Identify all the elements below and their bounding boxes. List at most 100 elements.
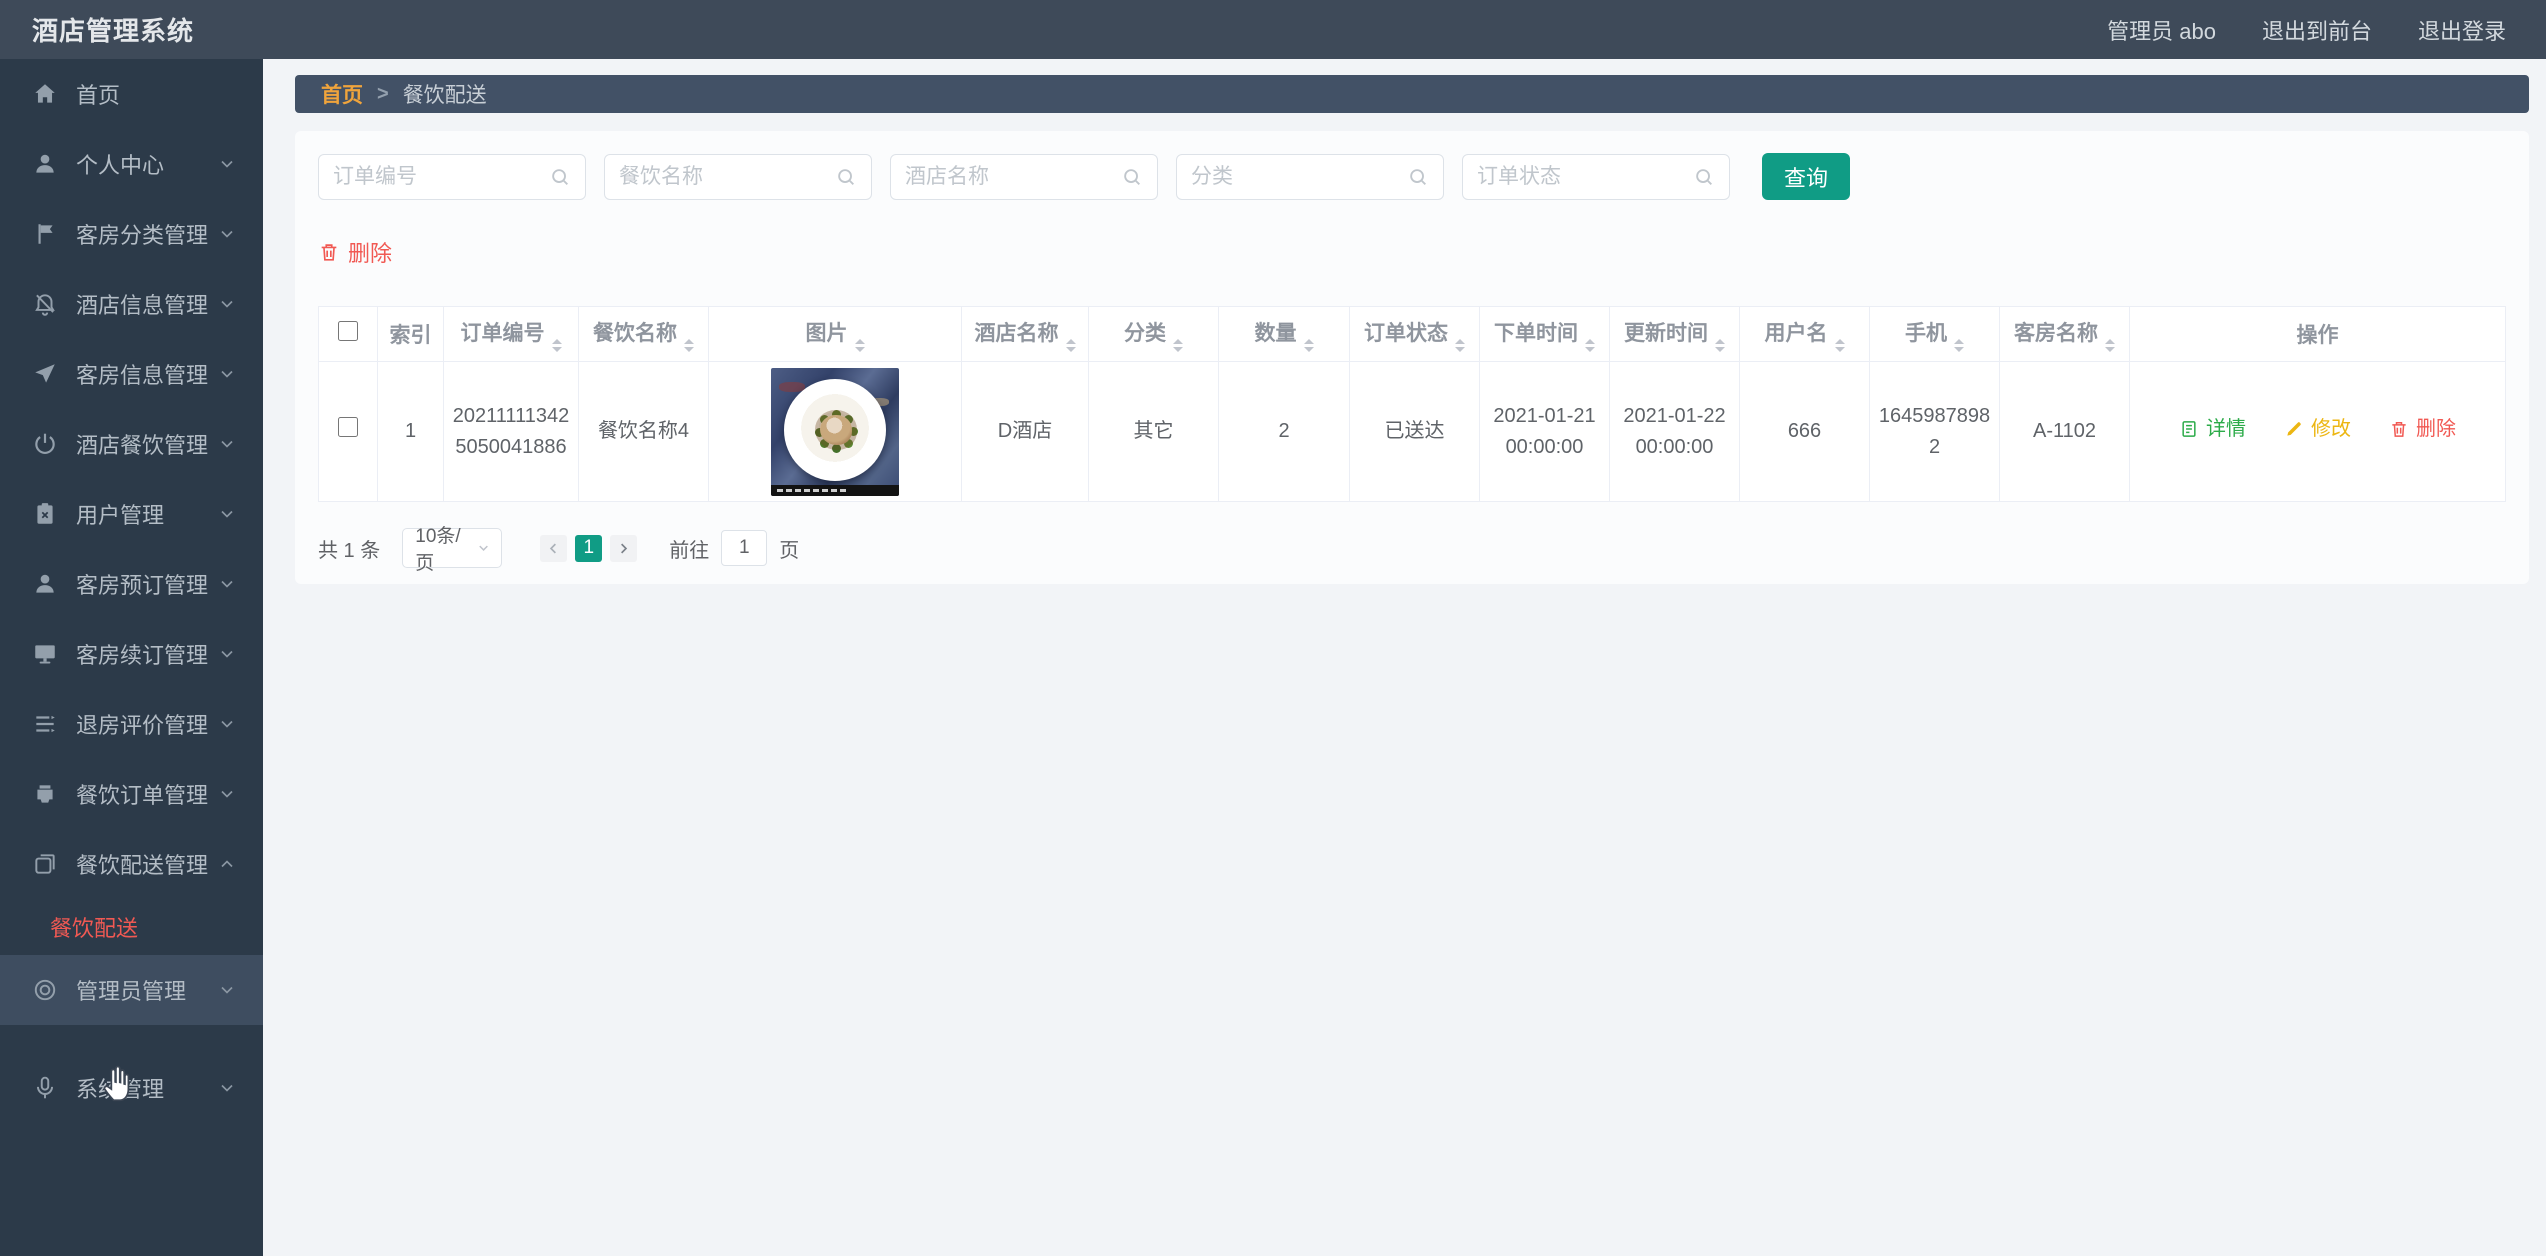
sort-icon[interactable] bbox=[1173, 339, 1183, 352]
power-icon bbox=[32, 431, 58, 457]
cell-status: 已送达 bbox=[1350, 362, 1480, 502]
prev-page-button[interactable] bbox=[540, 535, 567, 562]
order-status-field[interactable] bbox=[1462, 154, 1730, 200]
pencil-icon bbox=[2284, 419, 2304, 439]
sort-icon[interactable] bbox=[855, 339, 865, 352]
sidebar-item-admin-management[interactable]: 管理员管理 bbox=[0, 955, 263, 1025]
send-icon bbox=[32, 361, 58, 387]
chevron-down-icon bbox=[476, 540, 491, 556]
col-room-name[interactable]: 客房名称 bbox=[2000, 307, 2130, 362]
cell-food-name: 餐饮名称4 bbox=[579, 362, 709, 502]
row-edit-button[interactable]: 修改 bbox=[2284, 414, 2351, 445]
col-image[interactable]: 图片 bbox=[709, 307, 962, 362]
col-update-time[interactable]: 更新时间 bbox=[1610, 307, 1740, 362]
sidebar-item-system[interactable]: 系统管理 bbox=[0, 1053, 263, 1123]
sort-icon[interactable] bbox=[1585, 339, 1595, 352]
chevron-down-icon bbox=[217, 644, 237, 664]
cell-hotel-name: D酒店 bbox=[962, 362, 1089, 502]
breadcrumb-home-link[interactable]: 首页 bbox=[321, 79, 363, 109]
sidebar-item-food-delivery[interactable]: 餐饮配送管理 bbox=[0, 829, 263, 899]
sidebar-item-hotel-info[interactable]: 酒店信息管理 bbox=[0, 269, 263, 339]
cell-room-name: A-1102 bbox=[2000, 362, 2130, 502]
col-username[interactable]: 用户名 bbox=[1740, 307, 1870, 362]
chevron-left-icon bbox=[546, 541, 561, 556]
food-name-field[interactable] bbox=[604, 154, 872, 200]
sidebar-item-room-info[interactable]: 客房信息管理 bbox=[0, 339, 263, 409]
col-hotel-name[interactable]: 酒店名称 bbox=[962, 307, 1089, 362]
cell-quantity: 2 bbox=[1219, 362, 1350, 502]
chevron-down-icon bbox=[217, 434, 237, 454]
next-page-button[interactable] bbox=[610, 535, 637, 562]
sidebar-item-room-renewal[interactable]: 客房续订管理 bbox=[0, 619, 263, 689]
exit-to-front-link[interactable]: 退出到前台 bbox=[2262, 14, 2372, 46]
food-name-input[interactable] bbox=[619, 165, 835, 189]
chevron-right-icon bbox=[616, 541, 631, 556]
sort-icon[interactable] bbox=[684, 339, 694, 352]
logout-link[interactable]: 退出登录 bbox=[2418, 14, 2506, 46]
sidebar-item-label: 酒店信息管理 bbox=[76, 288, 208, 320]
sidebar-item-label: 系统管理 bbox=[76, 1072, 164, 1104]
sidebar: 首页 个人中心 客房分类管理 酒店信息管理 客房信息管理 bbox=[0, 59, 263, 1256]
sort-icon[interactable] bbox=[1304, 339, 1314, 352]
col-food-name[interactable]: 餐饮名称 bbox=[579, 307, 709, 362]
page-number-current[interactable]: 1 bbox=[575, 535, 602, 562]
sidebar-item-users[interactable]: 用户管理 bbox=[0, 479, 263, 549]
monitor-icon bbox=[32, 641, 58, 667]
sort-icon[interactable] bbox=[1954, 339, 1964, 352]
order-no-input[interactable] bbox=[333, 165, 549, 189]
sidebar-item-profile[interactable]: 个人中心 bbox=[0, 129, 263, 199]
page-size-value: 10条/页 bbox=[415, 521, 476, 575]
category-input[interactable] bbox=[1191, 165, 1407, 189]
search-filter-row: 查询 bbox=[318, 153, 2505, 200]
chevron-down-icon bbox=[217, 1078, 237, 1098]
sidebar-item-label: 用户管理 bbox=[76, 498, 164, 530]
col-category[interactable]: 分类 bbox=[1089, 307, 1219, 362]
row-detail-button[interactable]: 详情 bbox=[2179, 414, 2246, 445]
goto-page-input[interactable] bbox=[721, 530, 767, 566]
cell-username: 666 bbox=[1740, 362, 1870, 502]
sort-icon[interactable] bbox=[1835, 339, 1845, 352]
hotel-name-field[interactable] bbox=[890, 154, 1158, 200]
app-title: 酒店管理系统 bbox=[32, 11, 194, 48]
sidebar-subitem-food-delivery-active[interactable]: 餐饮配送 bbox=[0, 899, 263, 955]
col-order-no[interactable]: 订单编号 bbox=[444, 307, 579, 362]
chevron-down-icon bbox=[217, 224, 237, 244]
hotel-name-input[interactable] bbox=[905, 165, 1121, 189]
search-icon bbox=[835, 166, 857, 188]
sidebar-item-home[interactable]: 首页 bbox=[0, 59, 263, 129]
sidebar-item-room-booking[interactable]: 客房预订管理 bbox=[0, 549, 263, 619]
sort-icon[interactable] bbox=[1715, 339, 1725, 352]
bell-off-icon bbox=[32, 291, 58, 317]
bulk-delete-button[interactable]: 删除 bbox=[318, 236, 392, 268]
sidebar-item-hotel-dining[interactable]: 酒店餐饮管理 bbox=[0, 409, 263, 479]
cell-index: 1 bbox=[378, 362, 444, 502]
sort-icon[interactable] bbox=[1066, 339, 1076, 352]
cell-actions: 详情 修改 删除 bbox=[2130, 362, 2506, 502]
sort-icon[interactable] bbox=[552, 339, 562, 352]
sort-icon[interactable] bbox=[2105, 339, 2115, 352]
search-icon bbox=[549, 166, 571, 188]
col-phone[interactable]: 手机 bbox=[1870, 307, 2000, 362]
food-image[interactable] bbox=[771, 368, 899, 496]
query-button[interactable]: 查询 bbox=[1762, 153, 1850, 200]
document-icon bbox=[2179, 419, 2199, 439]
order-status-input[interactable] bbox=[1477, 165, 1693, 189]
sidebar-item-food-orders[interactable]: 餐饮订单管理 bbox=[0, 759, 263, 829]
row-delete-button[interactable]: 删除 bbox=[2389, 414, 2456, 445]
category-field[interactable] bbox=[1176, 154, 1444, 200]
col-order-time[interactable]: 下单时间 bbox=[1480, 307, 1610, 362]
copy-icon bbox=[32, 851, 58, 877]
sort-icon[interactable] bbox=[1455, 339, 1465, 352]
col-quantity[interactable]: 数量 bbox=[1219, 307, 1350, 362]
select-all-checkbox[interactable] bbox=[338, 321, 358, 341]
sidebar-item-room-category[interactable]: 客房分类管理 bbox=[0, 199, 263, 269]
sidebar-item-checkout-review[interactable]: 退房评价管理 bbox=[0, 689, 263, 759]
chevron-down-icon bbox=[217, 784, 237, 804]
col-status[interactable]: 订单状态 bbox=[1350, 307, 1480, 362]
row-checkbox[interactable] bbox=[338, 417, 358, 437]
chevron-down-icon bbox=[217, 504, 237, 524]
trash-icon bbox=[318, 241, 340, 263]
order-no-field[interactable] bbox=[318, 154, 586, 200]
page-size-select[interactable]: 10条/页 bbox=[402, 528, 502, 568]
bulk-delete-label: 删除 bbox=[348, 236, 392, 268]
